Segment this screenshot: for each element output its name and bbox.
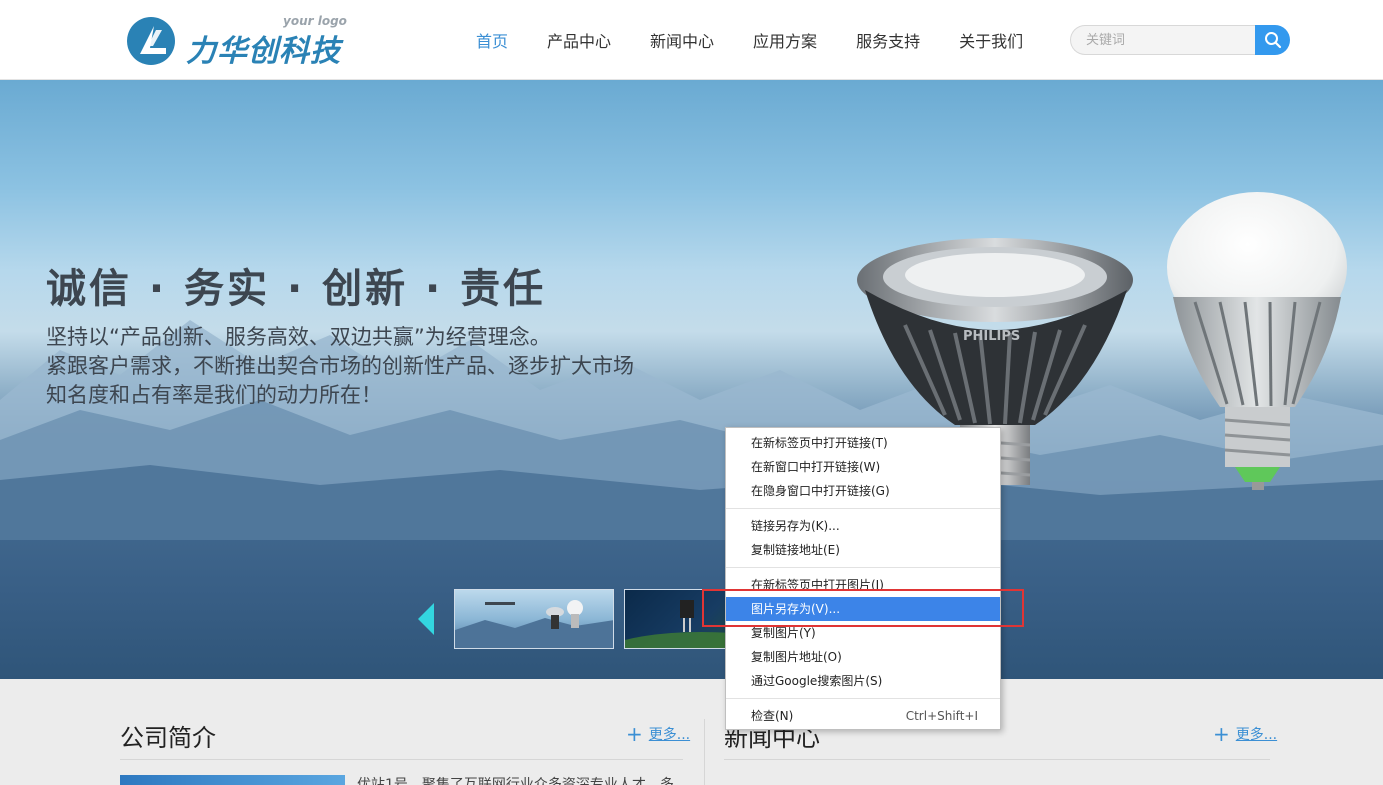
context-menu: 在新标签页中打开链接(T) 在新窗口中打开链接(W) 在隐身窗口中打开链接(G)… [725,427,1001,730]
menu-separator [726,567,1000,568]
menu-item-save-link-as[interactable]: 链接另存为(K)... [726,514,1000,538]
nav-item-home[interactable]: 首页 [476,28,508,52]
menu-item-open-link-new-window[interactable]: 在新窗口中打开链接(W) [726,455,1000,479]
about-section-title: 公司简介 [120,724,216,752]
search-icon [1264,32,1281,49]
banner-line: 坚持以“产品创新、服务高效、双边共赢”为经营理念。 [46,325,551,349]
site-logo[interactable]: 力华创科技 your logo [126,14,356,69]
lamp-brand-text: PHILIPS [963,329,1020,344]
menu-item-save-image-as[interactable]: 图片另存为(V)... [726,597,1000,621]
prev-arrow-icon[interactable] [418,603,434,635]
banner-thumbnail[interactable] [454,589,614,649]
hero-banner[interactable]: 诚信 · 务实 · 创新 · 责任 坚持以“产品创新、服务高效、双边共赢”为经营… [0,80,1383,679]
about-more-label: 更多... [648,727,691,743]
news-more-label: 更多... [1235,727,1278,743]
thumbnail-lamps-image [455,600,613,648]
nav-item-news[interactable]: 新闻中心 [650,28,714,52]
menu-item-search-image-google[interactable]: 通过Google搜索图片(S) [726,669,1000,693]
logo-text: 力华创科技 [186,34,341,69]
bulb-lamp-image [1167,192,1347,490]
menu-item-copy-image-address[interactable]: 复制图片地址(O) [726,645,1000,669]
nav-item-about[interactable]: 关于我们 [959,28,1023,52]
column-divider [704,719,705,785]
menu-item-copy-image[interactable]: 复制图片(Y) [726,621,1000,645]
site-header: 力华创科技 your logo 首页 产品中心 新闻中心 应用方案 服务支持 关… [0,0,1383,80]
search-input[interactable] [1070,25,1260,55]
menu-item-open-link-new-tab[interactable]: 在新标签页中打开链接(T) [726,431,1000,455]
nav-item-support[interactable]: 服务支持 [856,28,920,52]
banner-line: 知名度和占有率是我们的动力所在！ [46,383,382,407]
main-nav: 首页 产品中心 新闻中心 应用方案 服务支持 关于我们 [476,28,1062,52]
search-box [1070,25,1290,55]
plus-icon: + [626,722,643,746]
section-divider [120,759,683,760]
section-divider [724,759,1270,760]
about-image[interactable] [120,775,345,785]
menu-item-open-link-incognito[interactable]: 在隐身窗口中打开链接(G) [726,479,1000,503]
menu-item-copy-link-address[interactable]: 复制链接地址(E) [726,538,1000,562]
plus-icon: + [1213,722,1230,746]
banner-line: 紧跟客户需求，不断推出契合市场的创新性产品、逐步扩大市场 [46,354,634,378]
logo-mark-icon [127,17,175,65]
search-button[interactable] [1255,25,1290,55]
menu-item-open-image-new-tab[interactable]: 在新标签页中打开图片(I) [726,573,1000,597]
menu-item-inspect-label: 检查(N) [751,709,794,723]
about-more-link[interactable]: + 更多... [626,722,690,746]
banner-headline: 诚信 · 务实 · 创新 · 责任 [46,266,547,312]
nav-item-solutions[interactable]: 应用方案 [753,28,817,52]
about-text: 优站1号，聚集了互联网行业众多资深专业人才，多 [357,777,674,785]
menu-item-shortcut: Ctrl+Shift+I [905,709,978,723]
menu-separator [726,698,1000,699]
menu-separator [726,508,1000,509]
logo-tagline: your logo [283,14,347,28]
menu-item-inspect[interactable]: 检查(N) Ctrl+Shift+I [726,704,1000,728]
nav-item-products[interactable]: 产品中心 [547,28,611,52]
news-more-link[interactable]: + 更多... [1213,722,1277,746]
